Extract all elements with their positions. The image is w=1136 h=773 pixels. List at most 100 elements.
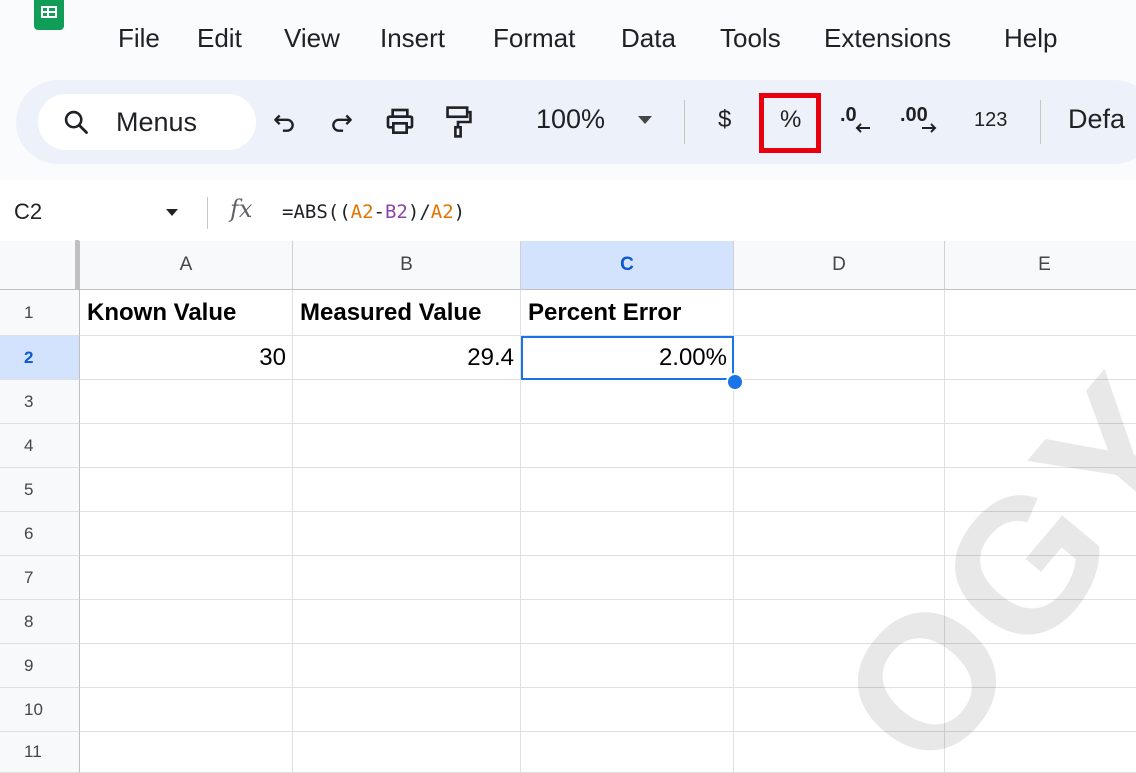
select-all-corner[interactable] [0, 240, 80, 290]
cell-c7[interactable] [521, 556, 734, 600]
row-header-8[interactable]: 8 [0, 600, 80, 644]
cell-c4[interactable] [521, 424, 734, 468]
cell-d6[interactable] [734, 512, 945, 556]
cell-e9[interactable] [945, 644, 1136, 688]
cell-d3[interactable] [734, 380, 945, 424]
sheets-logo-icon[interactable] [34, 0, 64, 30]
cell-c9[interactable] [521, 644, 734, 688]
cell-e2[interactable] [945, 336, 1136, 380]
cell-a2[interactable]: 30 [80, 336, 293, 380]
cell-b4[interactable] [293, 424, 521, 468]
cell-c3[interactable] [521, 380, 734, 424]
cell-a1[interactable]: Known Value [80, 290, 293, 336]
cell-b8[interactable] [293, 600, 521, 644]
cell-a7[interactable] [80, 556, 293, 600]
row-header-1[interactable]: 1 [0, 290, 80, 336]
cell-c11[interactable] [521, 732, 734, 773]
menu-extensions[interactable]: Extensions [824, 23, 951, 54]
cell-d8[interactable] [734, 600, 945, 644]
row-header-9[interactable]: 9 [0, 644, 80, 688]
formula-input[interactable]: =ABS((A2-B2)/A2) [282, 201, 465, 223]
cell-a4[interactable] [80, 424, 293, 468]
menu-view[interactable]: View [284, 23, 340, 54]
menu-format[interactable]: Format [493, 23, 575, 54]
row-header-3[interactable]: 3 [0, 380, 80, 424]
menu-help[interactable]: Help [1004, 23, 1057, 54]
zoom-select[interactable]: 100% [536, 104, 605, 135]
name-box[interactable]: C2 [14, 199, 42, 225]
cell-a6[interactable] [80, 512, 293, 556]
row-header-4[interactable]: 4 [0, 424, 80, 468]
undo-button[interactable] [264, 102, 304, 142]
cell-c6[interactable] [521, 512, 734, 556]
print-button[interactable] [380, 102, 420, 142]
cell-e4[interactable] [945, 424, 1136, 468]
cell-e11[interactable] [945, 732, 1136, 773]
cell-d4[interactable] [734, 424, 945, 468]
cell-a5[interactable] [80, 468, 293, 512]
cell-b10[interactable] [293, 688, 521, 732]
currency-format-button[interactable]: $ [718, 106, 731, 134]
menu-insert[interactable]: Insert [380, 23, 445, 54]
cell-a8[interactable] [80, 600, 293, 644]
cell-b9[interactable] [293, 644, 521, 688]
cell-b11[interactable] [293, 732, 521, 773]
cell-b3[interactable] [293, 380, 521, 424]
cell-d9[interactable] [734, 644, 945, 688]
column-header-a[interactable]: A [80, 241, 293, 290]
cell-b2[interactable]: 29.4 [293, 336, 521, 380]
cell-e7[interactable] [945, 556, 1136, 600]
menu-file[interactable]: File [118, 23, 160, 54]
toolbar-area: Menus 100% $ % .0 .00 123 Defa [0, 80, 1136, 180]
column-header-e[interactable]: E [945, 241, 1136, 290]
row-header-6[interactable]: 6 [0, 512, 80, 556]
column-header-c[interactable]: C [521, 241, 734, 290]
cell-a9[interactable] [80, 644, 293, 688]
paint-format-button[interactable] [438, 102, 478, 142]
fill-handle[interactable] [726, 373, 744, 391]
cell-a10[interactable] [80, 688, 293, 732]
chevron-down-icon[interactable] [638, 116, 652, 124]
cell-e8[interactable] [945, 600, 1136, 644]
menu-tools[interactable]: Tools [720, 23, 781, 54]
increase-decimal-button[interactable]: .00 [896, 102, 944, 142]
cell-d5[interactable] [734, 468, 945, 512]
row-header-11[interactable]: 11 [0, 732, 80, 773]
cell-e10[interactable] [945, 688, 1136, 732]
search-menus-button[interactable]: Menus [38, 94, 256, 150]
cell-b6[interactable] [293, 512, 521, 556]
cell-c5[interactable] [521, 468, 734, 512]
cell-c8[interactable] [521, 600, 734, 644]
formula-ref-a2: A2 [350, 201, 374, 223]
cell-e1[interactable] [945, 290, 1136, 336]
cell-a11[interactable] [80, 732, 293, 773]
cell-c1[interactable]: Percent Error [521, 290, 734, 336]
cell-e3[interactable] [945, 380, 1136, 424]
row-header-5[interactable]: 5 [0, 468, 80, 512]
cell-b5[interactable] [293, 468, 521, 512]
cell-e6[interactable] [945, 512, 1136, 556]
row-header-2[interactable]: 2 [0, 336, 80, 380]
menu-edit[interactable]: Edit [197, 23, 242, 54]
cell-d10[interactable] [734, 688, 945, 732]
chevron-down-icon[interactable] [166, 209, 178, 216]
font-select[interactable]: Defa [1068, 104, 1125, 135]
cell-d1[interactable] [734, 290, 945, 336]
row-header-7[interactable]: 7 [0, 556, 80, 600]
column-header-b[interactable]: B [293, 241, 521, 290]
redo-button[interactable] [322, 102, 362, 142]
formula-text: ) [453, 201, 466, 223]
row-header-10[interactable]: 10 [0, 688, 80, 732]
column-header-d[interactable]: D [734, 241, 945, 290]
cell-b7[interactable] [293, 556, 521, 600]
cell-d2[interactable] [734, 336, 945, 380]
cell-a3[interactable] [80, 380, 293, 424]
cell-c10[interactable] [521, 688, 734, 732]
cell-e5[interactable] [945, 468, 1136, 512]
more-formats-button[interactable]: 123 [974, 109, 1007, 132]
decrease-decimal-button[interactable]: .0 [836, 102, 880, 142]
cell-b1[interactable]: Measured Value [293, 290, 521, 336]
menu-data[interactable]: Data [621, 23, 676, 54]
cell-d7[interactable] [734, 556, 945, 600]
cell-d11[interactable] [734, 732, 945, 773]
